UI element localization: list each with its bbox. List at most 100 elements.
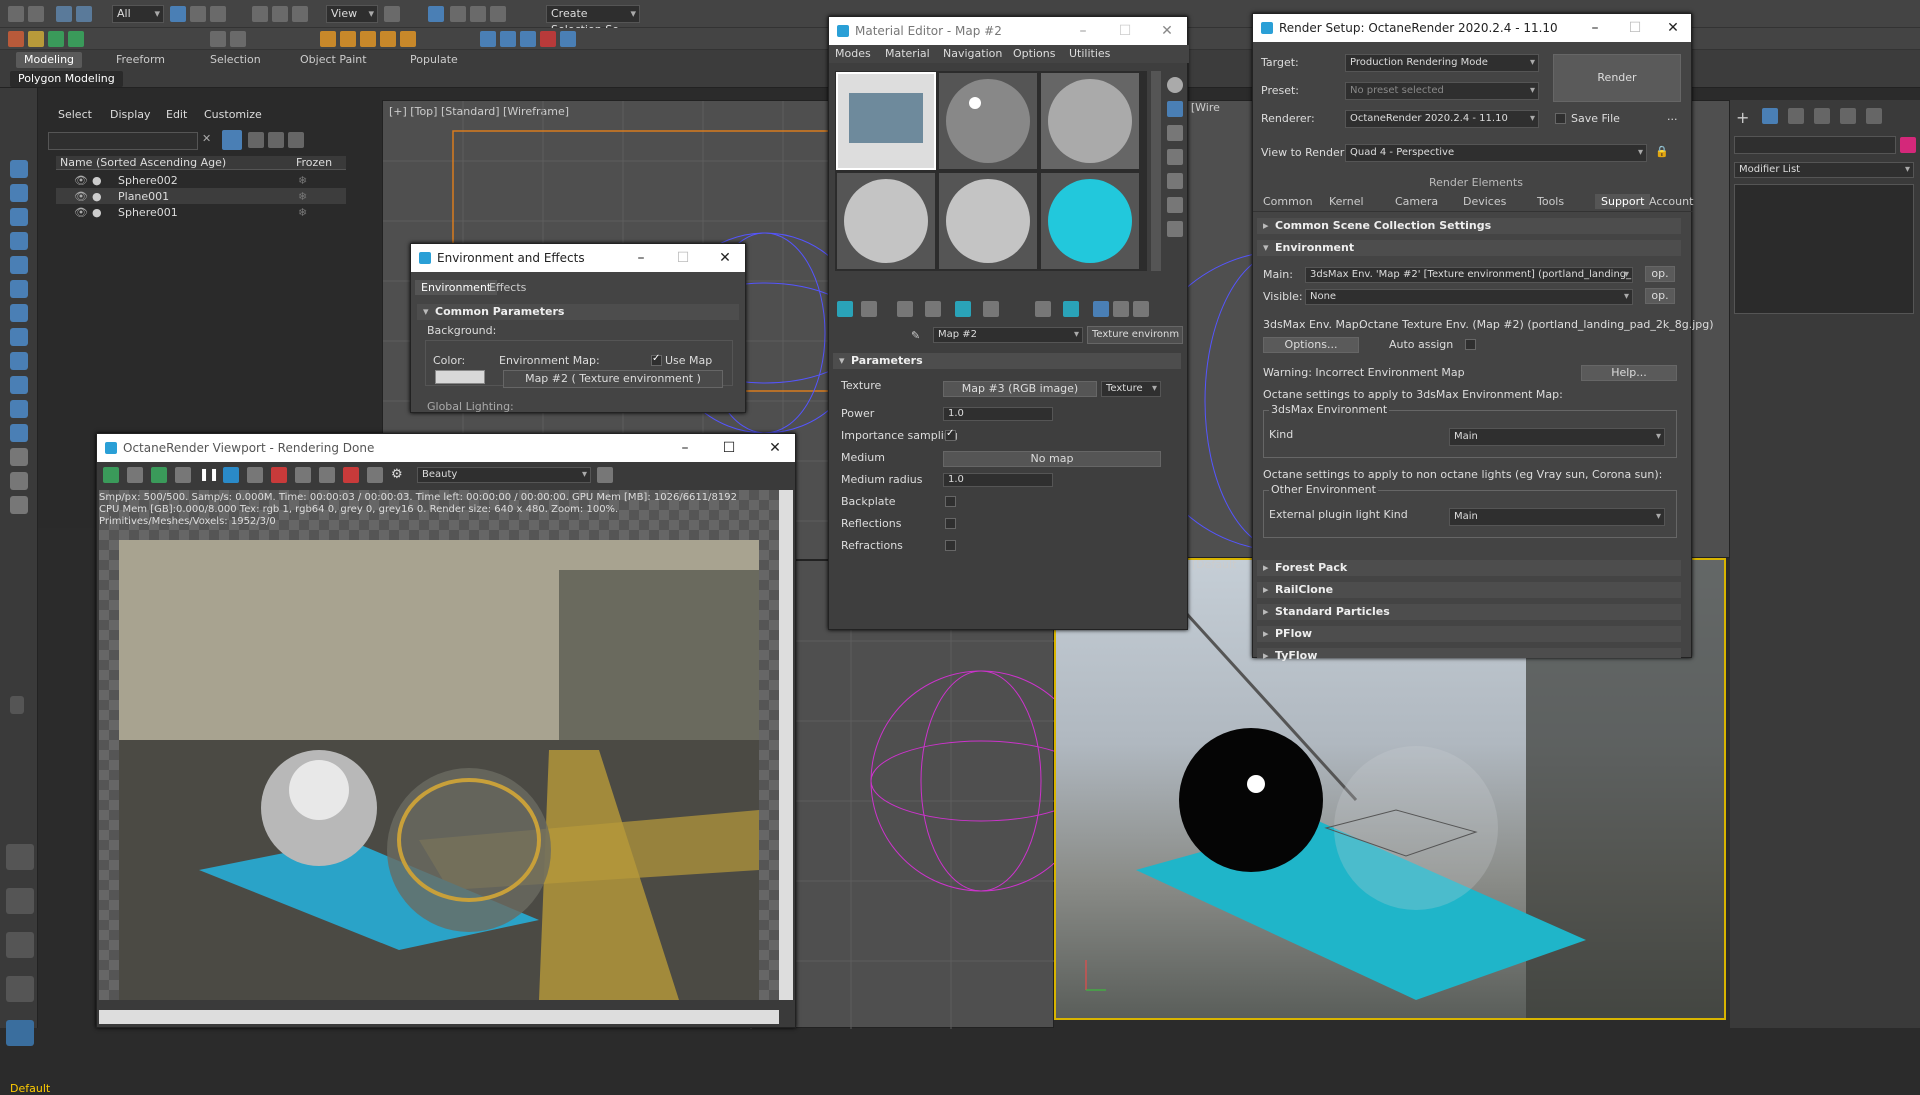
motion-tab-icon[interactable] [1814,108,1830,124]
layout-icon[interactable] [6,1020,34,1046]
ext-light-dropdown[interactable]: Main [1449,508,1665,526]
clear-icon[interactable]: ✕ [202,132,218,148]
sample-slot-grid[interactable] [835,71,1147,271]
visible-op-button[interactable]: op. [1645,288,1675,304]
main-op-button[interactable]: op. [1645,266,1675,282]
octane-icon[interactable] [500,31,516,47]
forest-pack-rollout[interactable]: Forest Pack [1257,560,1681,576]
menu-edit[interactable]: Edit [166,108,187,121]
menu-material[interactable]: Material [885,47,930,60]
eye-icon[interactable]: 👁 [74,206,88,219]
tab-modeling[interactable]: Modeling [16,52,83,68]
sample-type-icon[interactable] [1167,77,1183,93]
map-type-button[interactable]: Texture environm [1087,326,1183,344]
maximize-icon[interactable]: ☐ [673,248,693,268]
lock-icon[interactable] [175,467,191,483]
modify-tab-icon[interactable] [1762,108,1778,124]
refresh-icon[interactable] [223,467,239,483]
assign-material-icon[interactable] [897,301,913,317]
render-pass-dropdown[interactable]: Beauty [417,467,591,483]
power-spinner[interactable]: 1.0 [943,407,1053,421]
toolbar-icon[interactable] [68,31,84,47]
geometry-icon[interactable] [10,184,28,202]
put-library-icon[interactable] [983,301,999,317]
move-icon[interactable] [252,6,268,22]
minimize-icon[interactable]: – [1585,18,1605,38]
menu-utilities[interactable]: Utilities [1069,47,1110,60]
pause-icon[interactable] [230,31,246,47]
rotate-icon[interactable] [272,6,288,22]
render-icon[interactable] [340,31,356,47]
environment-map-button[interactable]: Map #2 ( Texture environment ) [503,370,723,388]
redo-icon[interactable] [28,6,44,22]
tab-environment[interactable]: Environment [415,280,498,295]
eye-icon[interactable]: 👁 [74,174,88,187]
object-name-input[interactable] [1734,136,1896,154]
render-dot-icon[interactable]: ● [92,206,102,219]
common-scene-rollout[interactable]: Common Scene Collection Settings [1257,218,1681,234]
tyflow-rollout[interactable]: TyFlow [1257,648,1681,664]
unlink-icon[interactable] [76,6,92,22]
pause-icon[interactable]: ❚❚ [199,467,219,483]
close-icon[interactable]: ✕ [715,248,735,268]
vertical-scrollbar[interactable] [779,490,793,1000]
pflow-rollout[interactable]: PFlow [1257,626,1681,642]
lock-icon[interactable] [248,132,264,148]
hierarchy-icon[interactable] [10,352,28,370]
render-icon[interactable] [380,31,396,47]
horizontal-scrollbar[interactable] [99,1010,779,1024]
render-dot-icon[interactable]: ● [92,190,102,203]
pivot-icon[interactable] [384,6,400,22]
toolbar-icon[interactable] [28,31,44,47]
rect-select-icon[interactable] [210,6,226,22]
refractions-checkbox[interactable] [945,540,956,551]
options-icon[interactable] [1167,221,1183,237]
map-name-input[interactable]: Map #2 [933,327,1083,343]
save-image-icon[interactable] [103,467,119,483]
table-row[interactable]: 👁 ● Sphere002 ❄ [56,172,346,188]
filter-icon[interactable] [10,496,28,514]
menu-navigation[interactable]: Navigation [943,47,1002,60]
target-dropdown[interactable]: Production Rendering Mode [1345,54,1539,72]
render-dot-icon[interactable]: ● [92,174,102,187]
main-env-dropdown[interactable]: 3dsMax Env. 'Map #2' [Texture environmen… [1305,267,1633,283]
tab-object-paint[interactable]: Object Paint [292,52,375,68]
maximize-icon[interactable]: ☐ [1115,21,1135,41]
menu-options[interactable]: Options [1013,47,1055,60]
close-icon[interactable]: ✕ [1157,21,1177,41]
color-swatch[interactable] [435,370,485,384]
save-file-checkbox[interactable] [1555,113,1566,124]
explorer-search-input[interactable] [48,132,198,150]
modifier-stack[interactable] [1734,184,1914,314]
ref-coord-dropdown[interactable]: View [326,5,378,23]
systems-icon[interactable] [10,304,28,322]
preset-dropdown[interactable]: No preset selected [1345,82,1539,100]
select-object-icon[interactable] [170,6,186,22]
lock-icon[interactable]: 🔒 [1655,145,1671,161]
make-preview-icon[interactable] [1167,197,1183,213]
tab-account[interactable]: Account [1649,195,1693,208]
utilities-icon[interactable] [10,424,28,442]
expand-arrow-icon[interactable] [10,696,24,714]
more-icon[interactable]: ... [1667,110,1678,123]
kind-dropdown[interactable]: Main [1449,428,1665,446]
menu-display[interactable]: Display [110,108,151,121]
toolbar-icon[interactable] [8,31,24,47]
octane-icon[interactable] [480,31,496,47]
use-map-checkbox[interactable] [651,353,662,366]
copy-icon[interactable] [127,467,143,483]
light-icon[interactable] [10,208,28,226]
environment-rollout[interactable]: Environment [1257,240,1681,256]
spinner-snap-icon[interactable] [490,6,506,22]
display-icon[interactable] [10,400,28,418]
toolbar-icon[interactable] [48,31,64,47]
tab-effects[interactable]: Effects [489,281,526,294]
percent-snap-icon[interactable] [470,6,486,22]
texture-type-dropdown[interactable]: Texture [1101,381,1161,397]
expand-icon[interactable] [597,467,613,483]
make-unique-icon[interactable] [955,301,971,317]
reflections-checkbox[interactable] [945,518,956,529]
eyedropper-icon[interactable]: ✎ [911,329,927,345]
settings-icon[interactable]: ⚙ [391,467,407,483]
auto-assign-checkbox[interactable] [1465,339,1476,350]
